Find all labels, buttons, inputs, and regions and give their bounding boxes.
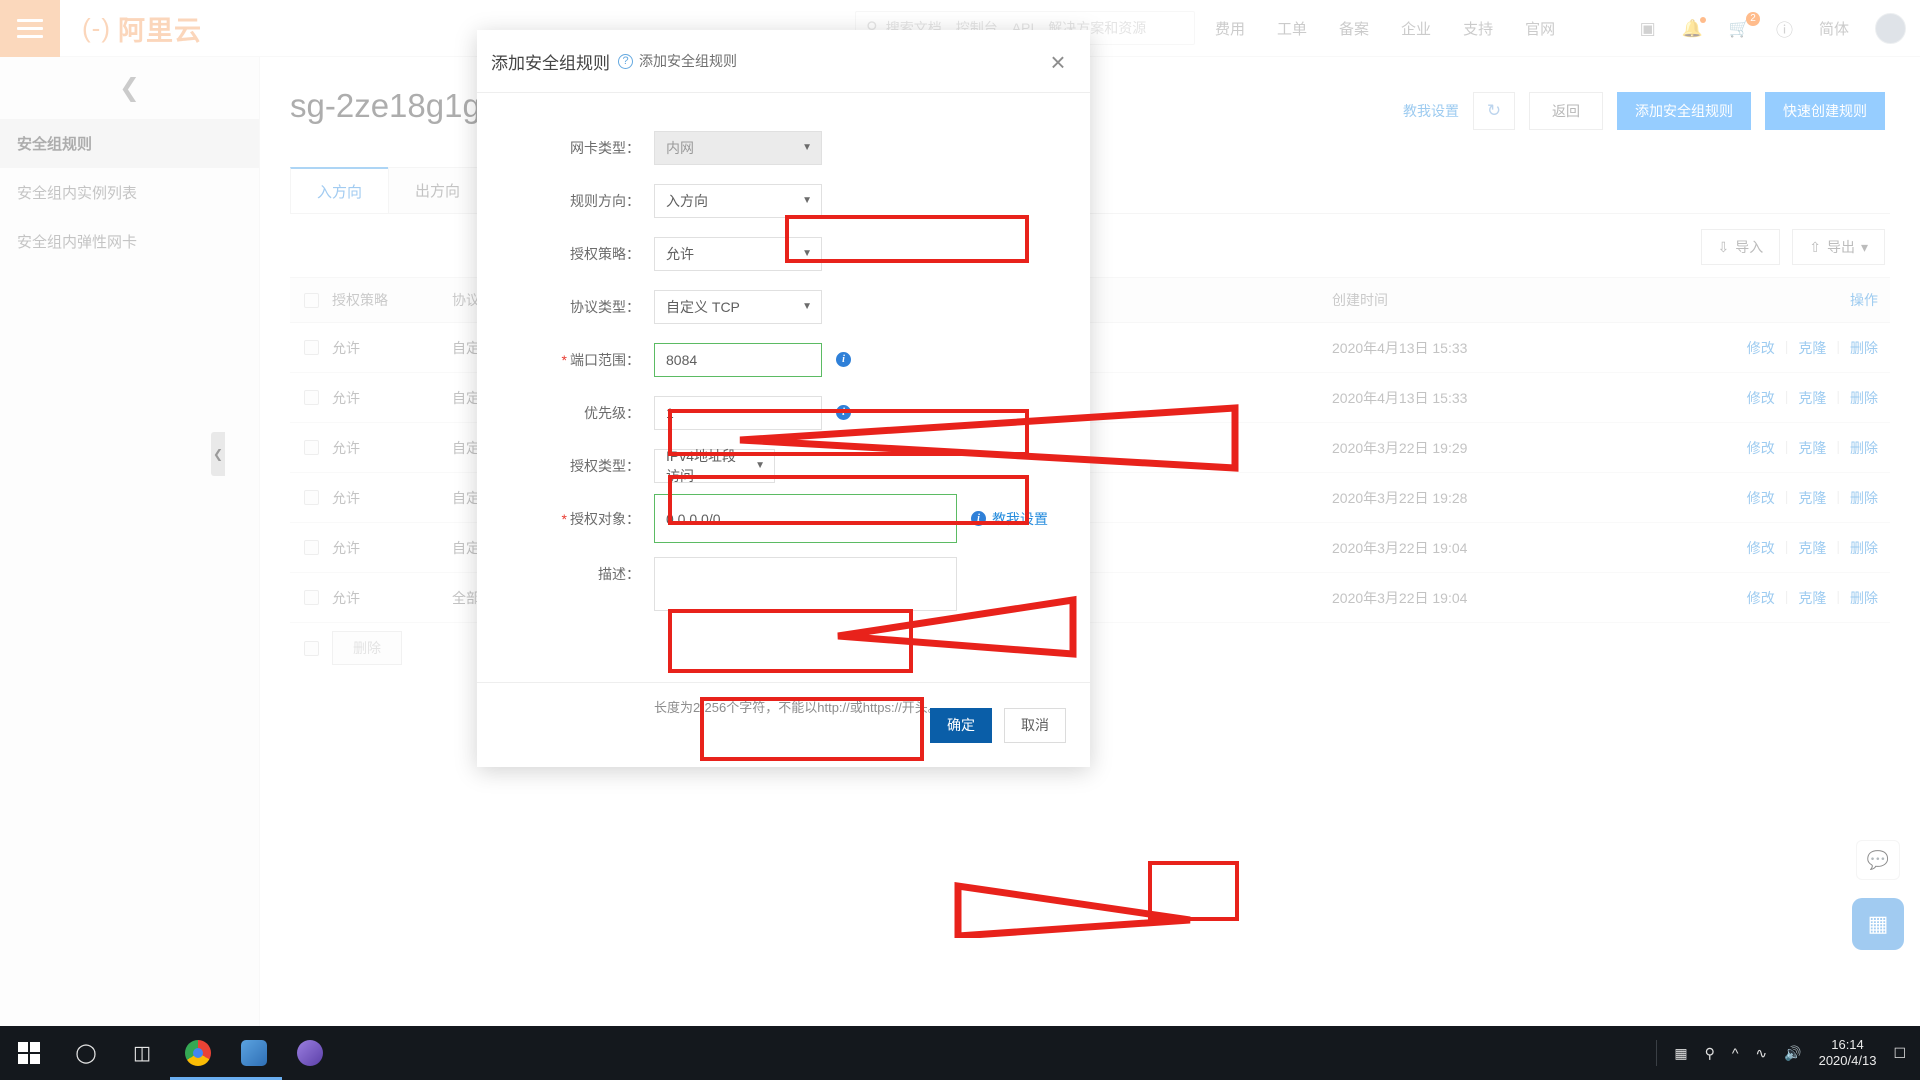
taskbar-clock[interactable]: 16:14 2020/4/13 — [1819, 1037, 1877, 1070]
info-icon[interactable]: i — [971, 511, 986, 526]
label-port-range: * 端口范围： — [529, 350, 654, 370]
auth-type-select[interactable]: IPv4地址段访问 ▼ — [654, 447, 775, 484]
field-row-auth-type: 授权类型： IPv4地址段访问 ▼ — [477, 439, 1090, 492]
label-protocol: 协议类型： — [570, 298, 640, 315]
question-circle-icon[interactable]: ? — [618, 53, 633, 69]
windows-taskbar: ◯ ◫ ▦ ⚲ ^ ∿ 🔊 16:14 2020/4/13 ☐ — [0, 1026, 1920, 1080]
notification-icon[interactable]: ☐ — [1893, 1045, 1906, 1062]
label-direction: 规则方向： — [570, 192, 640, 209]
policy-value: 允许 — [666, 245, 694, 262]
app-purple-taskbar-icon[interactable] — [282, 1026, 338, 1080]
dialog-header: 添加安全组规则 ? 添加安全组规则 × — [477, 30, 1090, 92]
priority-value: 1 — [666, 404, 674, 421]
info-icon[interactable]: i — [836, 352, 851, 367]
close-icon[interactable]: × — [1042, 46, 1074, 78]
field-row-description: 描述： — [477, 545, 1090, 617]
field-row-priority: 优先级： 1 i — [477, 386, 1090, 439]
port-range-input[interactable]: 8084 — [654, 342, 822, 377]
direction-value: 入方向 — [666, 192, 708, 209]
clock-time: 16:14 — [1831, 1036, 1864, 1052]
description-textarea[interactable] — [654, 557, 957, 611]
label-text: 授权对象： — [570, 510, 640, 527]
windows-start-icon[interactable] — [0, 1042, 58, 1064]
task-view-icon[interactable]: ◫ — [114, 1026, 170, 1080]
dialog-footer: 确定 取消 — [477, 682, 1090, 767]
cancel-button[interactable]: 取消 — [1004, 707, 1066, 743]
dialog-subtitle: 添加安全组规则 — [639, 53, 737, 69]
field-row-policy: 授权策略： 允许 ▼ — [477, 227, 1090, 280]
protocol-select[interactable]: 自定义 TCP ▼ — [654, 289, 822, 324]
label-policy: 授权策略： — [570, 245, 640, 262]
auth-object-value: 0.0.0.0/0 — [666, 510, 721, 527]
chevron-down-icon: ▼ — [802, 301, 812, 312]
field-row-protocol: 协议类型： 自定义 TCP ▼ — [477, 280, 1090, 333]
auth-object-teach-link[interactable]: 教我设置 — [992, 509, 1048, 529]
port-range-value: 8084 — [666, 351, 698, 368]
field-row-port-range: * 端口范围： 8084 i — [477, 333, 1090, 386]
required-marker: * — [561, 351, 567, 368]
system-tray: ▦ ⚲ ^ ∿ 🔊 16:14 2020/4/13 ☐ — [1656, 1037, 1920, 1070]
direction-select[interactable]: 入方向 ▼ — [654, 183, 822, 218]
confirm-button[interactable]: 确定 — [930, 707, 992, 743]
label-priority: 优先级： — [584, 404, 640, 421]
policy-select[interactable]: 允许 ▼ — [654, 236, 822, 271]
chevron-down-icon: ▼ — [755, 460, 765, 471]
clock-date: 2020/4/13 — [1818, 1053, 1877, 1068]
field-row-nic-type: 网卡类型： 内网 ▼ — [477, 121, 1090, 174]
pen-icon[interactable]: ⚲ — [1705, 1045, 1715, 1062]
chevron-up-icon[interactable]: ^ — [1732, 1045, 1739, 1061]
volume-icon[interactable]: 🔊 — [1784, 1045, 1801, 1062]
required-marker: * — [561, 510, 567, 527]
label-description: 描述： — [598, 566, 640, 582]
field-row-direction: 规则方向： 入方向 ▼ — [477, 174, 1090, 227]
chevron-down-icon: ▼ — [802, 195, 812, 206]
dialog-body: 网卡类型： 内网 ▼ 规则方向： 入方向 ▼ 授权策略： 允许 ▼ 协议类型： … — [477, 93, 1090, 715]
nic-type-value: 内网 — [666, 139, 694, 156]
search-circle-icon[interactable]: ◯ — [58, 1026, 114, 1080]
priority-input[interactable]: 1 — [654, 395, 822, 430]
sidebar-pull-tab[interactable]: ❮ — [211, 432, 225, 476]
label-nic-type: 网卡类型： — [570, 139, 640, 156]
tray-divider — [1656, 1040, 1658, 1066]
dialog-title: 添加安全组规则 — [491, 53, 610, 73]
nic-type-select: 内网 ▼ — [654, 130, 822, 165]
chevron-down-icon: ▼ — [802, 248, 812, 259]
label-text: 端口范围： — [570, 351, 640, 368]
chrome-taskbar-icon[interactable] — [170, 1026, 226, 1080]
info-icon[interactable]: i — [836, 405, 851, 420]
auth-type-value: IPv4地址段访问 — [666, 447, 737, 484]
add-security-group-rule-dialog: 添加安全组规则 ? 添加安全组规则 × 网卡类型： 内网 ▼ 规则方向： 入方向… — [477, 30, 1090, 767]
field-row-auth-object: * 授权对象： 0.0.0.0/0 i 教我设置 — [477, 492, 1090, 545]
chevron-down-icon: ▼ — [802, 142, 812, 153]
wifi-icon[interactable]: ∿ — [1755, 1045, 1767, 1062]
app-blue-taskbar-icon[interactable] — [226, 1026, 282, 1080]
keyboard-icon[interactable]: ▦ — [1674, 1045, 1687, 1062]
label-auth-type: 授权类型： — [570, 457, 640, 474]
label-auth-object: * 授权对象： — [529, 509, 654, 529]
protocol-value: 自定义 TCP — [666, 298, 740, 315]
auth-object-input[interactable]: 0.0.0.0/0 — [654, 494, 957, 543]
